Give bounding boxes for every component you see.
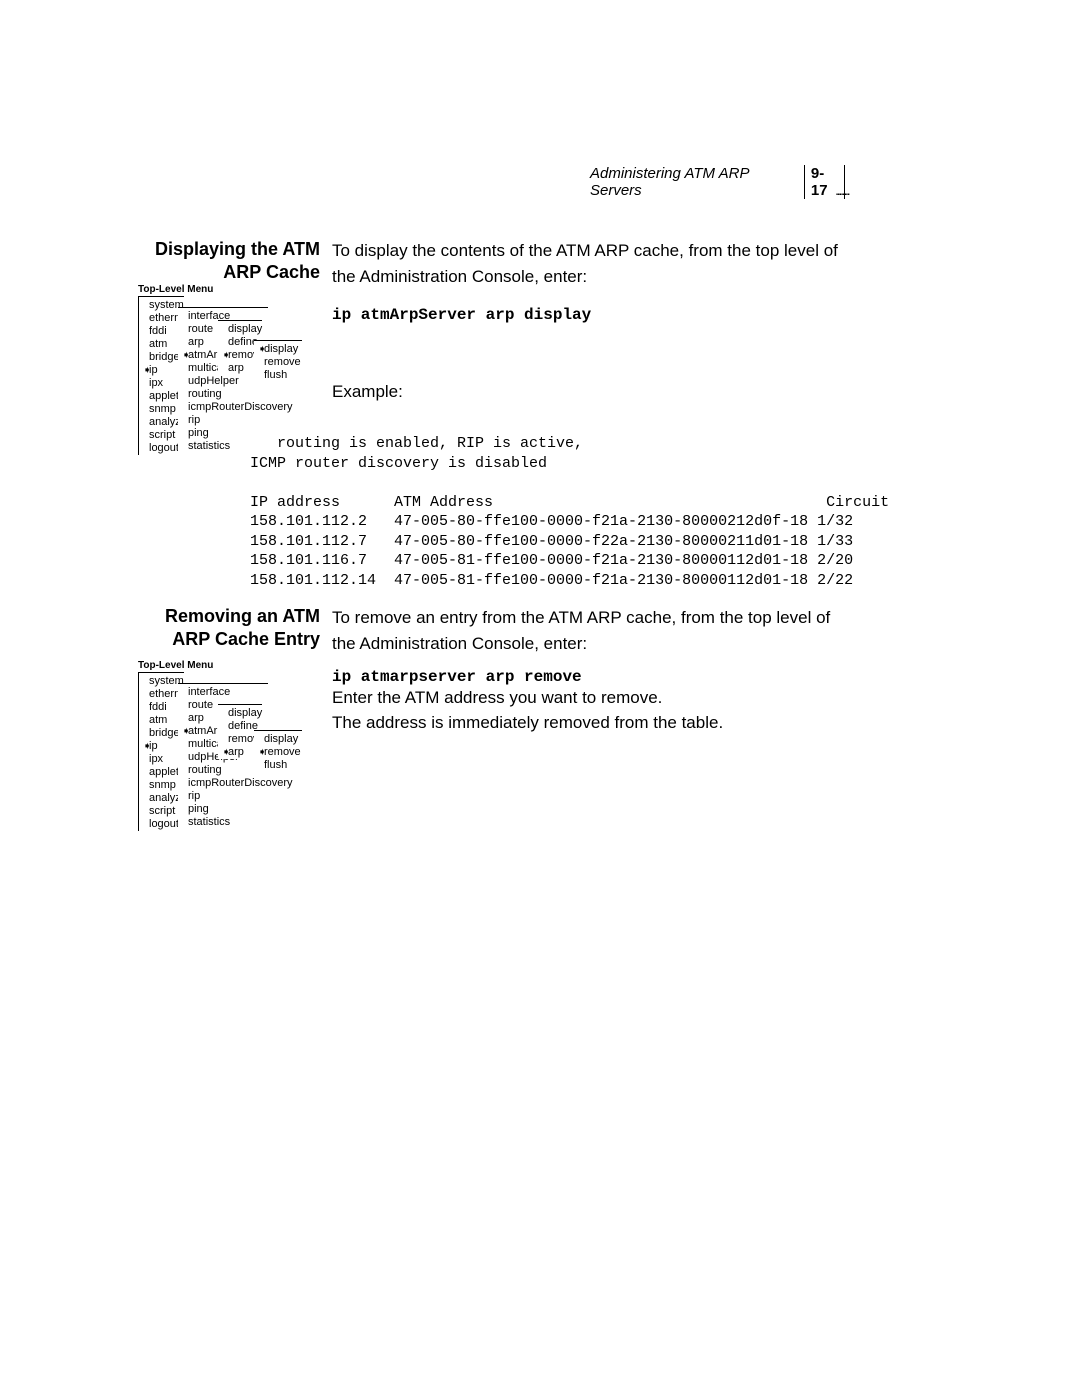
menu-item: analyzer [143, 416, 180, 429]
menu-item: atm [143, 338, 180, 351]
menu-item: icmpRouterDiscovery [182, 401, 264, 414]
section-intro: To display the contents of the ATM ARP c… [332, 238, 852, 289]
menu-item: ping [182, 803, 264, 816]
menu-item: ipx [143, 377, 180, 390]
menu-item: logout [143, 818, 180, 831]
menu-item: display [222, 707, 258, 720]
menu-item: fddi [143, 325, 180, 338]
section-para-2: Enter the ATM address you want to remove… [332, 685, 852, 711]
menu-item: system [143, 299, 180, 312]
page: Administering ATM ARP Servers 9-17 ·····… [0, 0, 1080, 1397]
menu-item: logout [143, 442, 180, 455]
menu-item: display [222, 323, 258, 336]
example-label: Example: [332, 379, 852, 405]
menu-item: statistics [182, 816, 264, 829]
running-header: Administering ATM ARP Servers 9-17 ·····… [590, 165, 845, 199]
section-heading: Displaying the ATM ARP Cache [140, 238, 320, 285]
menu-item: ➧ip [143, 364, 180, 377]
section-para-3: The address is immediately removed from … [332, 710, 852, 736]
menu-diagram-1: Top-Level Menu systemethernetfddiatmbrid… [138, 284, 213, 295]
example-output: IP routing is enabled, RIP is active, IC… [250, 434, 890, 590]
menu-item: snmp [143, 779, 180, 792]
menu-item: ➧arp [222, 746, 258, 759]
header-title: Administering ATM ARP Servers [590, 165, 784, 199]
menu-item: routing [182, 764, 264, 777]
menu-item: arp [222, 362, 258, 375]
menu-item: define [222, 336, 258, 349]
menu-item: fddi [143, 701, 180, 714]
menu-item: system [143, 675, 180, 688]
menu-item: udpHelper [182, 375, 264, 388]
menu-item: snmp [143, 403, 180, 416]
menu-item: remove [258, 356, 298, 369]
menu-item: appletalk [143, 390, 180, 403]
menu-item: ➧remove [222, 349, 258, 362]
menu-item: ➧display [258, 343, 298, 356]
menu-col-3: ➧displayremoveflush [254, 340, 302, 382]
menu-item: rip [182, 414, 264, 427]
menu-item: appletalk [143, 766, 180, 779]
menu-title: Top-Level Menu [138, 660, 213, 671]
menu-title: Top-Level Menu [138, 284, 213, 295]
menu-item: define [222, 720, 258, 733]
menu-item: ethernet [143, 312, 180, 325]
section-heading: Removing an ATM ARP Cache Entry [140, 605, 320, 652]
menu-item: ipx [143, 753, 180, 766]
menu-item: display [258, 733, 298, 746]
menu-item: atm [143, 714, 180, 727]
menu-item: ping [182, 427, 264, 440]
header-dots: ········ [835, 185, 848, 201]
menu-item: script [143, 429, 180, 442]
menu-diagram-2: Top-Level Menu systemethernetfddiatmbrid… [138, 660, 213, 671]
menu-item: interface [182, 686, 264, 699]
section-intro: To remove an entry from the ATM ARP cach… [332, 605, 852, 656]
menu-item: ethernet [143, 688, 180, 701]
menu-item: routing [182, 388, 264, 401]
menu-item: rip [182, 790, 264, 803]
menu-col-3: display➧removeflush [254, 730, 302, 772]
menu-item: statistics [182, 440, 264, 453]
menu-item: ➧ip [143, 740, 180, 753]
menu-item: analyzer [143, 792, 180, 805]
menu-item: flush [258, 759, 298, 772]
menu-item: bridge [143, 351, 180, 364]
menu-item: remove [222, 733, 258, 746]
command-line: ip atmArpServer arp display [332, 303, 852, 327]
menu-item: ➧remove [258, 746, 298, 759]
menu-item: icmpRouterDiscovery [182, 777, 264, 790]
menu-item: script [143, 805, 180, 818]
menu-item: bridge [143, 727, 180, 740]
menu-item: flush [258, 369, 298, 382]
